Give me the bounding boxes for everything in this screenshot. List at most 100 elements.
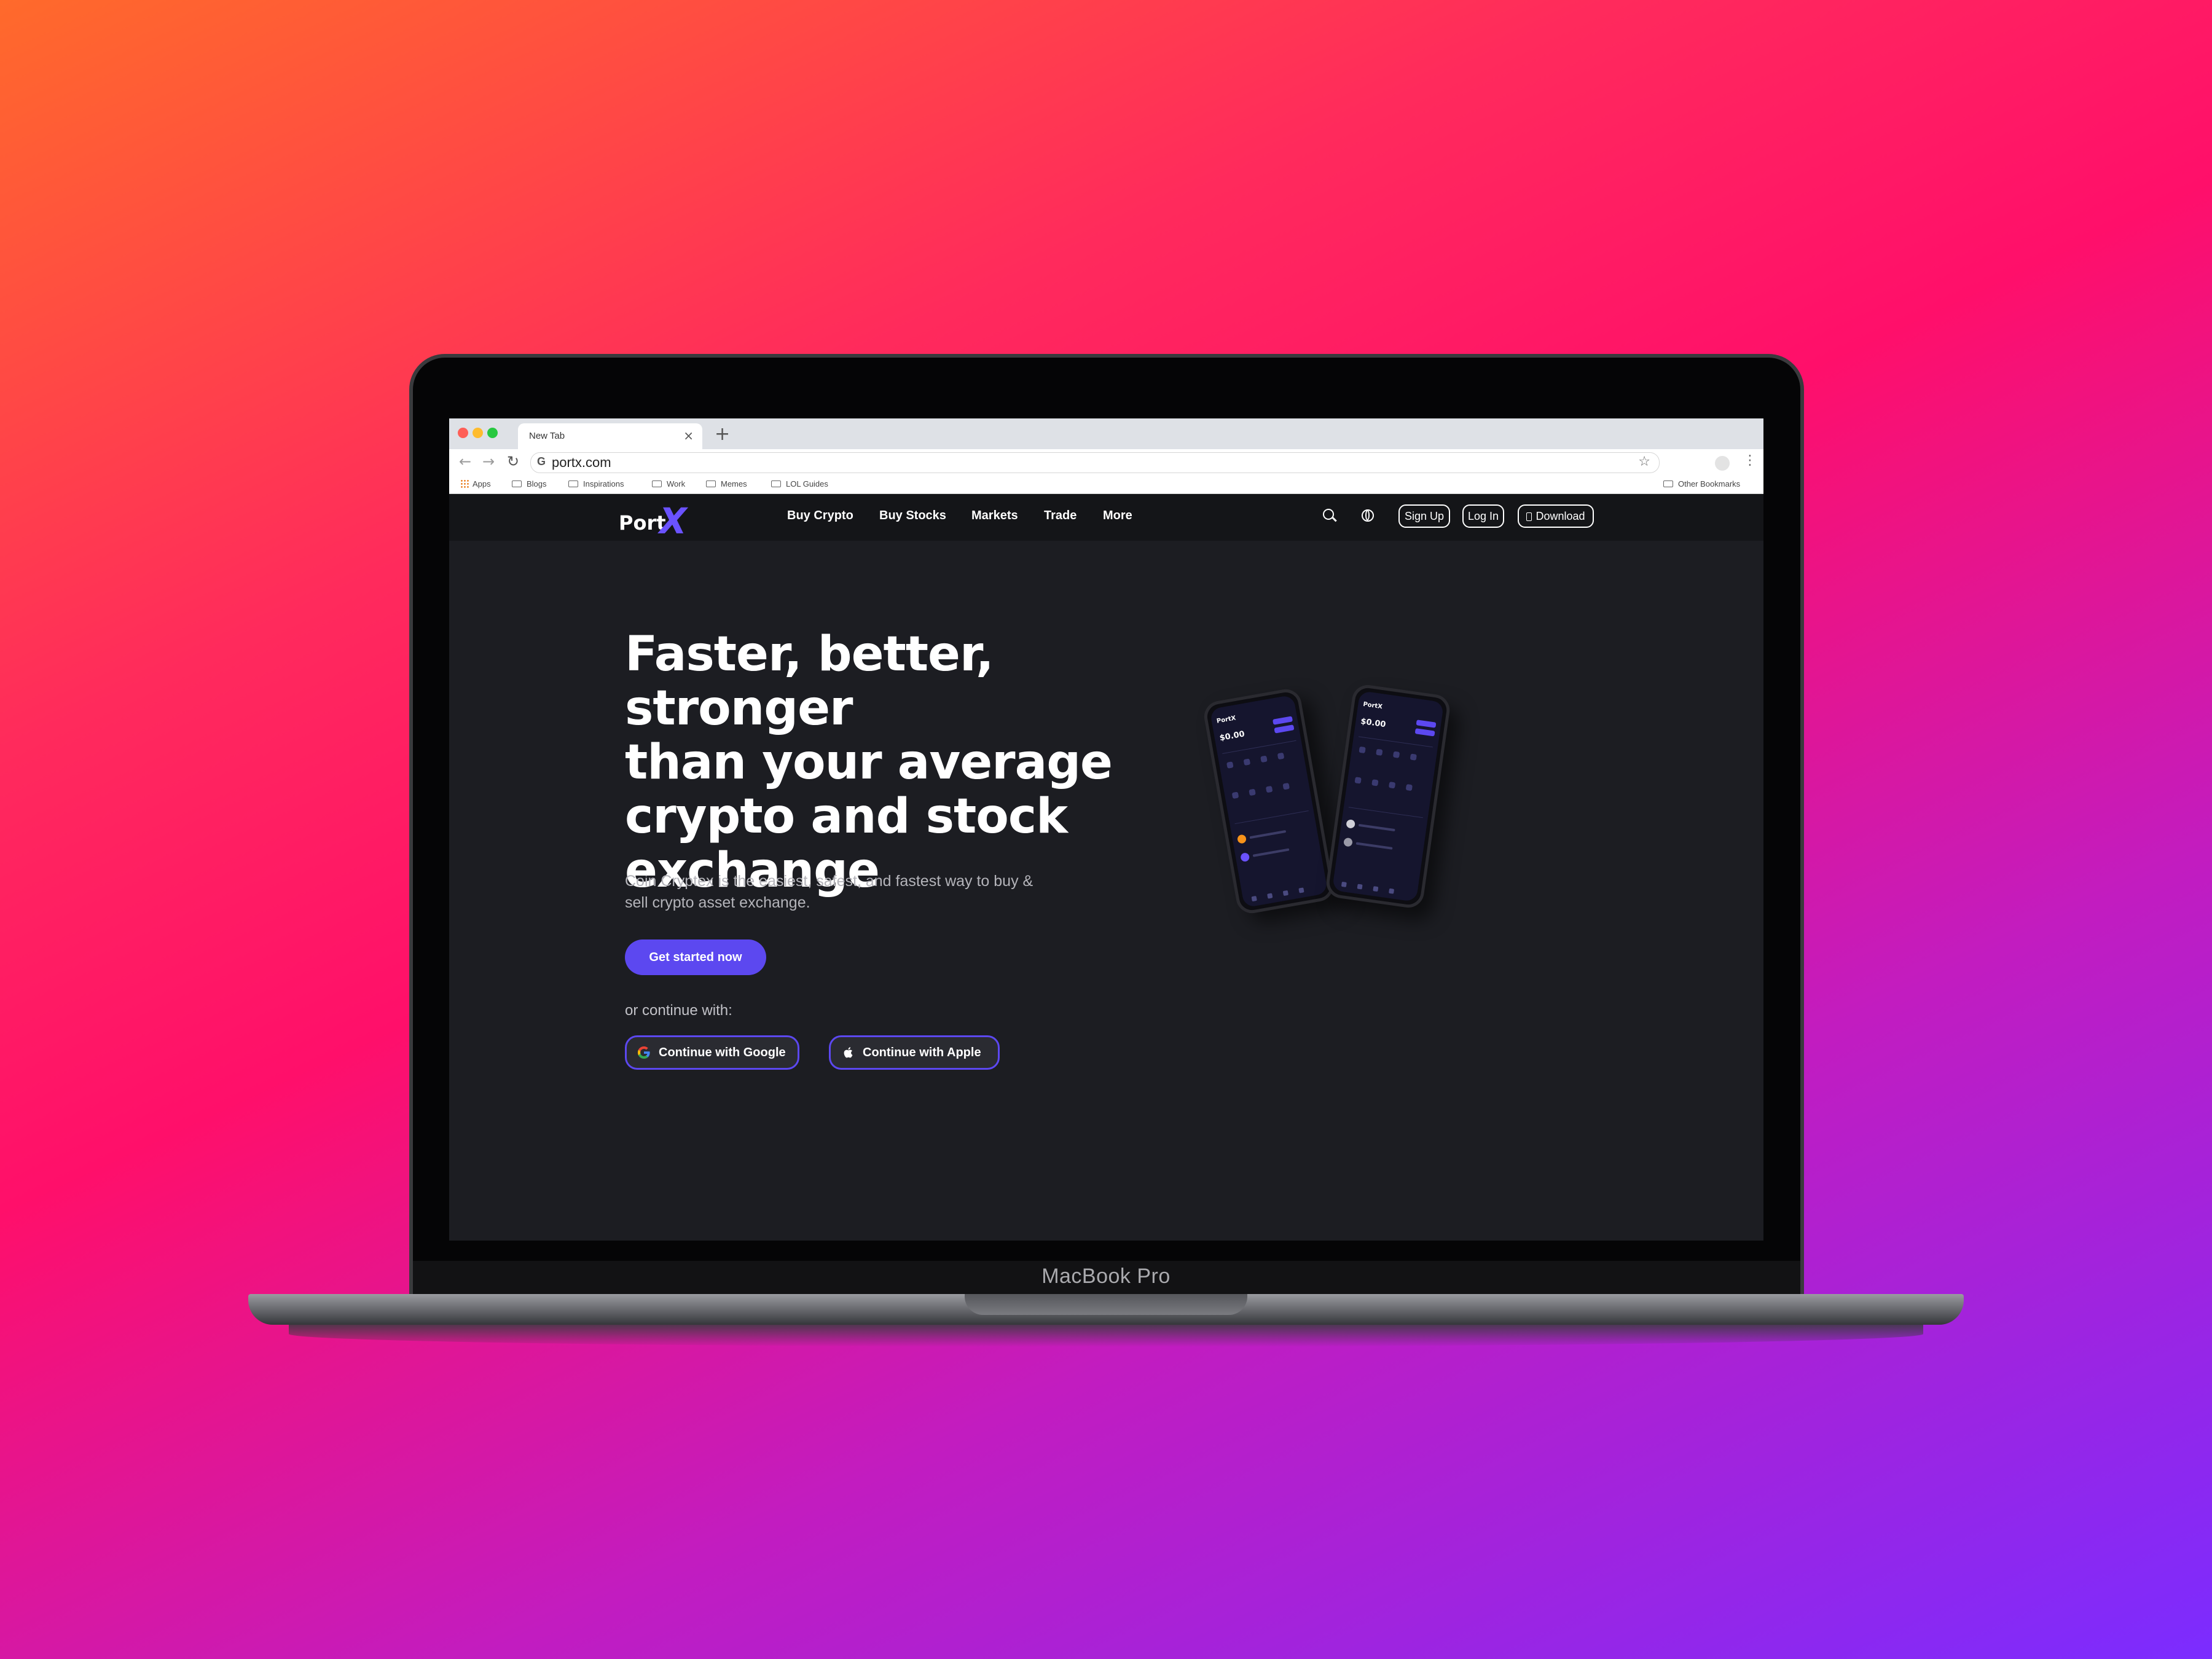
apps-grid-icon (460, 479, 469, 488)
bookmarks-bar: Apps Blogs Inspirations Work Memes LOL G… (449, 475, 1763, 494)
folder-icon (568, 480, 578, 487)
profile-avatar[interactable] (1715, 456, 1730, 471)
back-icon[interactable]: ← (459, 453, 471, 470)
logo-mark: X (659, 500, 687, 542)
bookmark-other[interactable]: Other Bookmarks (1663, 479, 1740, 488)
bookmark-lol-guides[interactable]: LOL Guides (771, 479, 828, 488)
phone-brand: PortX (1216, 715, 1237, 725)
sign-up-button[interactable]: Sign Up (1398, 504, 1450, 528)
hero-subtitle-line: Coin Cryptex is the easiest, safest, and… (625, 873, 1033, 890)
phone-icon-tile (1354, 777, 1362, 784)
hero-subtitle: Coin Cryptex is the easiest, safest, and… (625, 871, 1067, 914)
apple-stock-icon (1346, 819, 1356, 829)
phone-text-line (1355, 842, 1393, 850)
google-button-label: Continue with Google (659, 1046, 786, 1059)
google-icon (638, 1046, 650, 1059)
address-toolbar: ← → ↻ G portx.com ☆ ⋮ (449, 449, 1763, 475)
phone-icon-tile (1265, 785, 1273, 793)
phone-tab-icon (1298, 887, 1304, 893)
laptop-shadow (289, 1321, 1923, 1347)
phone-icon-tile (1249, 788, 1256, 796)
bookmark-apps[interactable]: Apps (460, 479, 491, 488)
bitcoin-icon (1236, 834, 1247, 844)
phone-tab-icon (1282, 890, 1289, 896)
globe-icon[interactable] (1362, 509, 1374, 522)
phone-action (1272, 716, 1293, 725)
stock-icon (1343, 837, 1353, 847)
phone-icon (1526, 512, 1532, 521)
download-button[interactable]: Download (1518, 504, 1594, 528)
macbook-model-label: MacBook Pro (1041, 1265, 1171, 1288)
tab-close-icon[interactable]: × (683, 428, 694, 443)
phone-action (1416, 720, 1437, 728)
search-icon[interactable] (1323, 509, 1334, 520)
phone-tab-icon (1357, 884, 1363, 890)
tab-bar: New Tab × + (449, 418, 1763, 449)
phone-icon-tile (1243, 758, 1251, 766)
hero-title-line: Faster, better, stronger (625, 627, 994, 736)
browser-menu-icon[interactable]: ⋮ (1743, 453, 1757, 468)
coin-icon (1240, 852, 1250, 863)
phone-divider (1222, 740, 1296, 754)
nav-buy-crypto[interactable]: Buy Crypto (787, 509, 853, 523)
maximize-window-icon[interactable] (487, 428, 498, 438)
log-in-button[interactable]: Log In (1462, 504, 1504, 528)
folder-icon (706, 480, 716, 487)
nav-more[interactable]: More (1103, 509, 1132, 523)
new-tab-icon[interactable]: + (715, 423, 730, 445)
bookmark-star-icon[interactable]: ☆ (1638, 454, 1650, 469)
get-started-button[interactable]: Get started now (625, 939, 766, 975)
bookmark-inspirations[interactable]: Inspirations (568, 479, 624, 488)
hero-title: Faster, better, stronger than your avera… (625, 627, 1190, 898)
laptop-lip-notch (965, 1294, 1247, 1315)
phone-icon-tile (1226, 761, 1234, 769)
phone-icon-tile (1231, 791, 1239, 799)
phone-mockup-right: PortX $0.00 (1324, 683, 1452, 910)
close-window-icon[interactable] (458, 428, 468, 438)
continue-with-apple-button[interactable]: Continue with Apple (829, 1035, 1000, 1070)
bookmark-work[interactable]: Work (652, 479, 685, 488)
phone-screen: PortX $0.00 (1209, 694, 1328, 908)
reload-icon[interactable]: ↻ (507, 453, 519, 470)
apple-button-label: Continue with Apple (863, 1046, 981, 1059)
hero-subtitle-line: sell crypto asset exchange. (625, 894, 810, 911)
phone-text-line (1249, 830, 1287, 839)
phone-divider (1348, 807, 1423, 818)
phone-divider (1234, 810, 1309, 825)
bookmark-blogs[interactable]: Blogs (512, 479, 547, 488)
phone-mockup-left: PortX $0.00 (1201, 686, 1336, 916)
bookmark-memes[interactable]: Memes (706, 479, 747, 488)
url-text: portx.com (552, 455, 611, 470)
or-continue-label: or continue with: (625, 1002, 732, 1019)
phone-icon-tile (1282, 782, 1290, 790)
phone-action (1414, 728, 1435, 737)
phone-action (1274, 724, 1295, 734)
folder-icon (1663, 480, 1673, 487)
url-input[interactable]: G portx.com ☆ (530, 452, 1660, 473)
search-engine-icon: G (537, 455, 546, 468)
phone-icon-tile (1371, 779, 1379, 786)
forward-icon[interactable]: → (482, 453, 495, 470)
phone-icon-tile (1410, 753, 1417, 761)
phone-brand: PortX (1362, 700, 1383, 711)
phone-text-line (1358, 823, 1395, 832)
phone-tab-icon (1251, 895, 1257, 902)
continue-with-google-button[interactable]: Continue with Google (625, 1035, 799, 1070)
phone-icon-tile (1260, 755, 1268, 763)
phone-icon-tile (1376, 748, 1383, 756)
phone-text-line (1252, 848, 1290, 857)
minimize-window-icon[interactable] (473, 428, 483, 438)
phone-icon-tile (1405, 783, 1413, 791)
nav-buy-stocks[interactable]: Buy Stocks (879, 509, 946, 523)
apple-icon (844, 1047, 853, 1058)
phone-divider (1358, 736, 1433, 748)
phone-icon-tile (1277, 752, 1285, 760)
browser-tab[interactable]: New Tab × (518, 423, 702, 449)
phone-tab-icon (1267, 893, 1273, 899)
hero-title-line: crypto and stock (625, 789, 1068, 844)
phone-icon-tile (1388, 782, 1396, 789)
nav-markets[interactable]: Markets (971, 509, 1018, 523)
hero-title-line: than your average (625, 735, 1113, 790)
nav-trade[interactable]: Trade (1044, 509, 1077, 523)
folder-icon (771, 480, 781, 487)
